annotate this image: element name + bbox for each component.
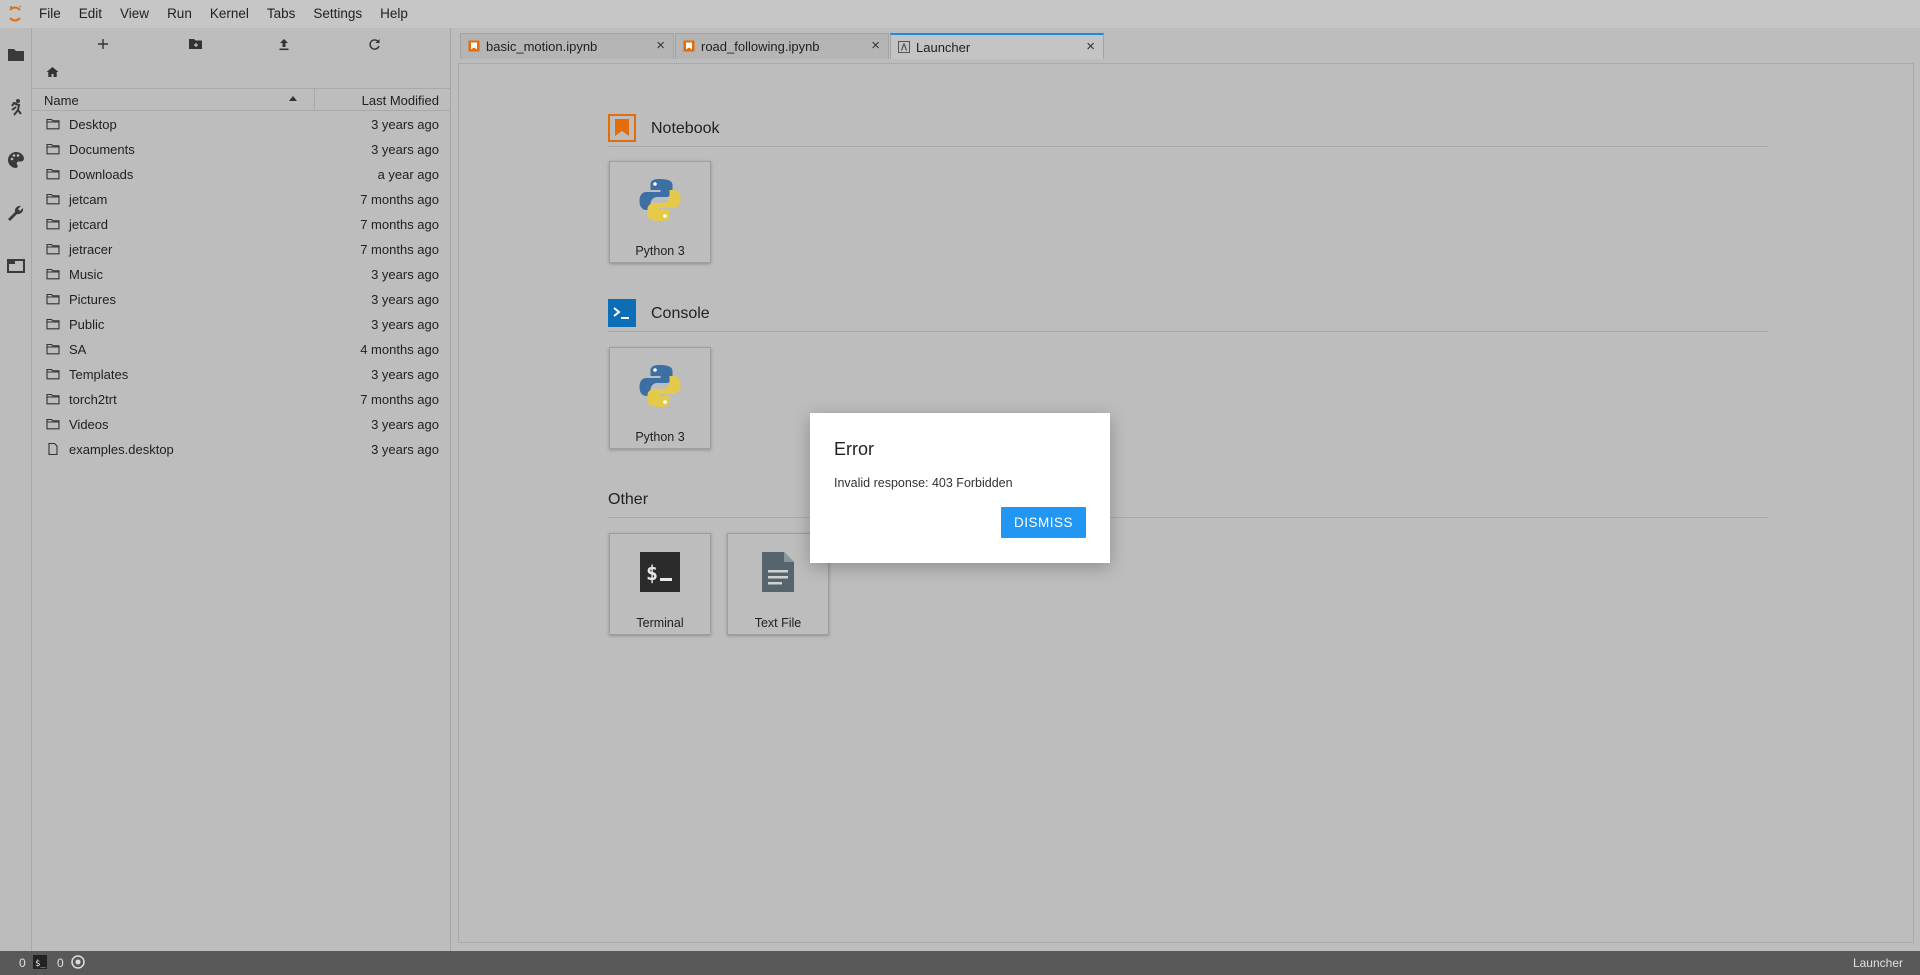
dialog-title: Error: [834, 439, 874, 459]
dialog-message: Invalid response: 403 Forbidden: [834, 476, 1013, 490]
dismiss-button[interactable]: DISMISS: [1001, 507, 1086, 538]
modal-overlay: Error Invalid response: 403 Forbidden DI…: [0, 0, 1920, 975]
error-dialog: Error Invalid response: 403 Forbidden DI…: [810, 413, 1110, 563]
